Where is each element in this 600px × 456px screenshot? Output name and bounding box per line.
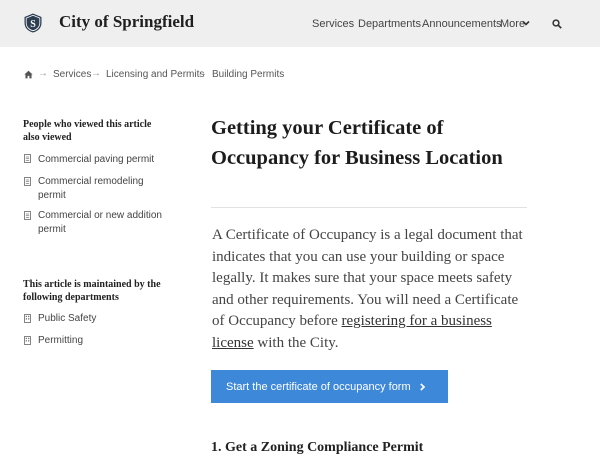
logo-letter: S	[30, 19, 36, 30]
breadcrumb-services[interactable]: Services	[53, 69, 91, 80]
breadcrumb-separator: →	[91, 68, 101, 79]
related-article-link[interactable]: Commercial or new addition permit	[38, 209, 168, 237]
article-body-text: with the City.	[253, 334, 339, 351]
related-articles-heading: People who viewed this article also view…	[23, 119, 152, 143]
departments-heading: This article is maintained by the follow…	[23, 279, 161, 303]
nav-departments[interactable]: Departments	[358, 18, 421, 30]
building-icon	[24, 336, 31, 345]
shield-logo-icon[interactable]: S	[23, 13, 43, 33]
related-article-link[interactable]: Commercial paving permit	[38, 153, 168, 167]
breadcrumb-licensing-and-permits[interactable]: Licensing and Permits	[106, 69, 204, 80]
document-icon	[24, 177, 31, 186]
building-icon	[24, 314, 31, 323]
breadcrumb-building-permits: Building Permits	[212, 69, 285, 80]
divider	[211, 207, 527, 208]
nav-announcements[interactable]: Announcements	[422, 18, 502, 30]
chevron-down-icon[interactable]	[522, 19, 530, 27]
page-title: Getting your Certificate of Occupancy fo…	[211, 117, 503, 169]
search-icon[interactable]	[552, 19, 562, 29]
nav-services[interactable]: Services	[312, 18, 354, 30]
home-icon[interactable]	[24, 70, 33, 79]
breadcrumb-separator: →	[38, 68, 48, 79]
document-icon	[24, 211, 31, 220]
site-title[interactable]: City of Springfield	[59, 12, 194, 32]
related-article-link[interactable]: Commercial remodeling permit	[38, 175, 168, 203]
article-body: A Certificate of Occupancy is a legal do…	[212, 225, 532, 354]
breadcrumb-separator: →	[197, 68, 207, 79]
document-icon	[24, 154, 31, 163]
department-link-permitting[interactable]: Permitting	[38, 334, 168, 348]
site-header: S City of Springfield Services Departmen…	[0, 0, 600, 47]
start-form-button-label: Start the certificate of occupancy form	[226, 380, 411, 393]
chevron-right-icon	[419, 382, 425, 391]
start-form-button[interactable]: Start the certificate of occupancy form	[211, 370, 448, 403]
department-link-public-safety[interactable]: Public Safety	[38, 312, 168, 326]
section-heading: 1. Get a Zoning Compliance Permit	[211, 440, 424, 455]
